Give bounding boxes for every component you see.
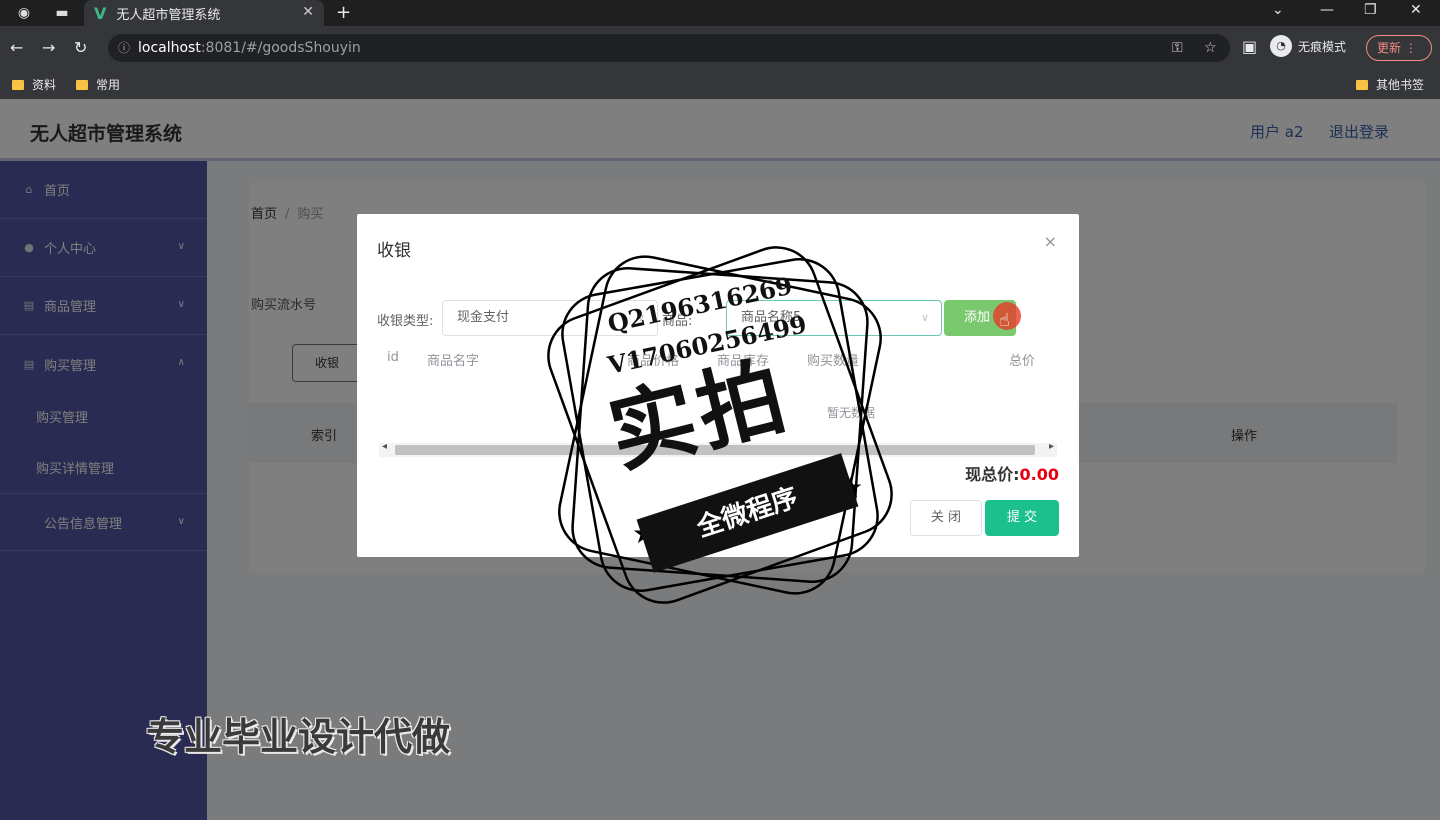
close-icon[interactable]: × bbox=[1044, 232, 1057, 251]
payment-type-label: 收银类型: bbox=[377, 314, 434, 329]
url-host: localhost bbox=[138, 40, 201, 56]
column-header-name: 商品名字 bbox=[427, 354, 480, 369]
incognito-icon: ◔ bbox=[1270, 35, 1292, 57]
bookmark-folder[interactable]: 资料 bbox=[12, 76, 56, 93]
reload-icon[interactable]: ↻ bbox=[74, 38, 87, 57]
video-caption: 专业毕业设计代做 bbox=[146, 715, 451, 759]
column-header-id: id bbox=[387, 350, 399, 365]
new-tab-icon[interactable]: + bbox=[336, 2, 351, 23]
scroll-right-icon[interactable]: ▸ bbox=[1049, 441, 1054, 452]
restore-icon[interactable]: ❐ bbox=[1364, 2, 1377, 18]
bookmark-label: 常用 bbox=[96, 78, 121, 92]
tab-close-icon[interactable]: ✕ bbox=[302, 4, 314, 20]
tab-search-icon[interactable]: ▬ bbox=[54, 5, 70, 21]
minimize-icon[interactable]: — bbox=[1320, 2, 1334, 18]
bookmark-folder[interactable]: 常用 bbox=[76, 76, 120, 93]
bookmarks-bar: 资料 常用 其他书签 bbox=[0, 69, 1440, 99]
bookmark-label: 其他书签 bbox=[1376, 78, 1425, 92]
column-header-total: 总价 bbox=[1009, 354, 1036, 369]
total-price: 现总价:0.00 bbox=[965, 461, 1059, 485]
browser-tab-active[interactable]: V 无人超市管理系统 ✕ bbox=[84, 0, 324, 26]
globe-icon[interactable]: ◉ bbox=[16, 5, 32, 21]
total-value: 0.00 bbox=[1019, 465, 1059, 484]
tab-title: 无人超市管理系统 bbox=[116, 7, 221, 23]
incognito-label: 无痕模式 bbox=[1298, 39, 1347, 54]
url-path: :8081/#/goodsShouyin bbox=[200, 40, 361, 56]
tab-list-chevron-icon[interactable]: ⌄ bbox=[1272, 2, 1284, 18]
site-info-icon[interactable]: ⓘ bbox=[118, 34, 130, 62]
close-button[interactable]: 关 闭 bbox=[910, 500, 982, 536]
address-bar[interactable]: ⓘ localhost:8081/#/goodsShouyin ⚿ ☆ bbox=[108, 34, 1230, 62]
folder-icon bbox=[1356, 79, 1368, 90]
chevron-down-icon: ∨ bbox=[920, 311, 929, 324]
payment-type-value: 现金支付 bbox=[457, 310, 510, 325]
update-button[interactable]: 更新 ⋮ bbox=[1366, 35, 1432, 61]
bookmark-folder-other[interactable]: 其他书签 bbox=[1356, 76, 1424, 93]
side-panel-icon[interactable]: ▣ bbox=[1242, 37, 1257, 56]
add-goods-label: 添加 bbox=[964, 310, 991, 325]
forward-icon[interactable]: → bbox=[42, 38, 55, 57]
browser-toolbar: ← → ↻ ⓘ localhost:8081/#/goodsShouyin ⚿ … bbox=[0, 26, 1440, 69]
dialog-title: 收银 bbox=[377, 241, 411, 261]
hand-cursor-icon: ☝ bbox=[999, 310, 1010, 331]
folder-icon bbox=[12, 79, 24, 90]
vue-logo-icon: V bbox=[94, 3, 107, 23]
key-icon[interactable]: ⚿ bbox=[1172, 34, 1183, 62]
back-icon[interactable]: ← bbox=[10, 38, 23, 57]
browser-tab-strip: ◉ ▬ V 无人超市管理系统 ✕ + ⌄ — ❐ ✕ bbox=[0, 0, 1440, 26]
incognito-indicator[interactable]: ◔ 无痕模式 bbox=[1270, 35, 1346, 57]
folder-icon bbox=[76, 79, 88, 90]
total-label: 现总价: bbox=[965, 465, 1020, 484]
bookmark-label: 资料 bbox=[32, 78, 57, 92]
window-close-icon[interactable]: ✕ bbox=[1410, 2, 1422, 18]
bookmark-star-icon[interactable]: ☆ bbox=[1204, 34, 1217, 62]
submit-button[interactable]: 提 交 bbox=[985, 500, 1059, 536]
scroll-left-icon[interactable]: ◂ bbox=[382, 441, 387, 452]
update-label: 更新 bbox=[1377, 41, 1402, 55]
